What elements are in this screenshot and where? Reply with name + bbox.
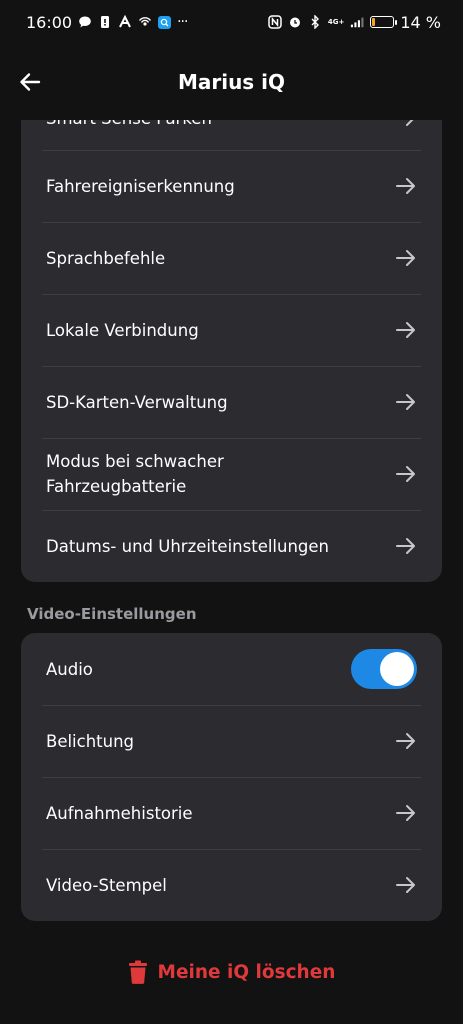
list-item-fahrereigniserkennung[interactable]: Fahrereigniserkennung bbox=[21, 150, 442, 222]
audio-toggle[interactable] bbox=[351, 649, 417, 689]
battery-fill bbox=[372, 18, 376, 26]
list-item-video-stempel[interactable]: Video-Stempel bbox=[21, 849, 442, 921]
network-indicator: 4G+ bbox=[327, 17, 345, 26]
list-item-label: Audio bbox=[46, 659, 93, 679]
status-bar: 16:00 ··· 4G+ 14 % bbox=[0, 0, 463, 44]
page-title: Marius iQ bbox=[177, 70, 286, 94]
arrow-right-icon bbox=[396, 250, 415, 266]
list-item-sd-karten-verwaltung[interactable]: SD-Karten-Verwaltung bbox=[21, 366, 442, 438]
list-item-label: Sprachbefehle bbox=[46, 248, 166, 268]
delete-iq-button[interactable]: Meine iQ löschen bbox=[0, 960, 463, 984]
list-item-lokale-verbindung[interactable]: Lokale Verbindung bbox=[21, 294, 442, 366]
video-settings-card: Audio Belichtung Aufnahmehistorie Video-… bbox=[21, 633, 442, 921]
list-item-label: Smart Sense Parken bbox=[46, 120, 212, 131]
list-item-label: SD-Karten-Verwaltung bbox=[46, 392, 228, 412]
general-settings-card: Smart Sense Parken Fahrereigniserkennung… bbox=[21, 120, 442, 582]
more-icon: ··· bbox=[177, 14, 188, 30]
trash-icon bbox=[128, 960, 147, 984]
list-item-belichtung[interactable]: Belichtung bbox=[21, 705, 442, 777]
signal-icon bbox=[350, 15, 364, 29]
arrow-right-icon bbox=[396, 877, 415, 893]
arrow-right-icon bbox=[396, 538, 415, 554]
app-bar: Marius iQ bbox=[0, 44, 463, 120]
list-item-label: Belichtung bbox=[46, 731, 135, 751]
message-icon bbox=[78, 15, 92, 29]
list-item-smart-sense-parken[interactable]: Smart Sense Parken bbox=[21, 120, 442, 154]
app-blue-icon bbox=[158, 15, 172, 29]
toggle-knob bbox=[380, 652, 414, 686]
app-icon bbox=[118, 15, 132, 29]
list-item-label: Aufnahmehistorie bbox=[46, 803, 193, 823]
list-item-audio: Audio bbox=[21, 633, 442, 705]
list-item-label: Video-Stempel bbox=[46, 875, 167, 895]
nfc-icon bbox=[268, 15, 282, 29]
section-title-video: Video-Einstellungen bbox=[27, 605, 197, 623]
arrow-right-icon bbox=[396, 178, 415, 194]
status-bar-right: 4G+ 14 % bbox=[268, 13, 441, 32]
status-bar-left: 16:00 ··· bbox=[26, 12, 189, 32]
list-item-modus-schwache-batterie[interactable]: Modus bei schwacher Fahrzeugbatterie bbox=[21, 438, 442, 510]
arrow-right-icon bbox=[396, 466, 415, 482]
bluetooth-icon bbox=[308, 15, 322, 29]
hotspot-icon bbox=[138, 15, 152, 29]
list-item-sprachbefehle[interactable]: Sprachbefehle bbox=[21, 222, 442, 294]
arrow-right-icon bbox=[396, 805, 415, 821]
arrow-right-icon bbox=[396, 322, 415, 338]
arrow-right-icon bbox=[396, 394, 415, 410]
status-time: 16:00 bbox=[26, 12, 73, 32]
battery-percent: 14 % bbox=[400, 12, 441, 32]
notification-icon bbox=[98, 15, 112, 29]
list-item-label: Lokale Verbindung bbox=[46, 320, 199, 340]
settings-scroll-area[interactable]: Smart Sense Parken Fahrereigniserkennung… bbox=[0, 120, 463, 1024]
arrow-right-icon bbox=[406, 120, 414, 126]
battery-icon bbox=[370, 16, 398, 28]
list-item-datum-uhrzeit[interactable]: Datums- und Uhrzeiteinstellungen bbox=[21, 510, 442, 582]
list-item-label: Modus bei schwacher Fahrzeugbatterie bbox=[46, 452, 224, 496]
alarm-icon bbox=[288, 15, 302, 29]
list-item-label: Fahrereigniserkennung bbox=[46, 176, 235, 196]
arrow-right-icon bbox=[396, 733, 415, 749]
list-item-label: Datums- und Uhrzeiteinstellungen bbox=[46, 536, 330, 556]
list-item-aufnahmehistorie[interactable]: Aufnahmehistorie bbox=[21, 777, 442, 849]
delete-iq-label: Meine iQ löschen bbox=[157, 961, 336, 983]
